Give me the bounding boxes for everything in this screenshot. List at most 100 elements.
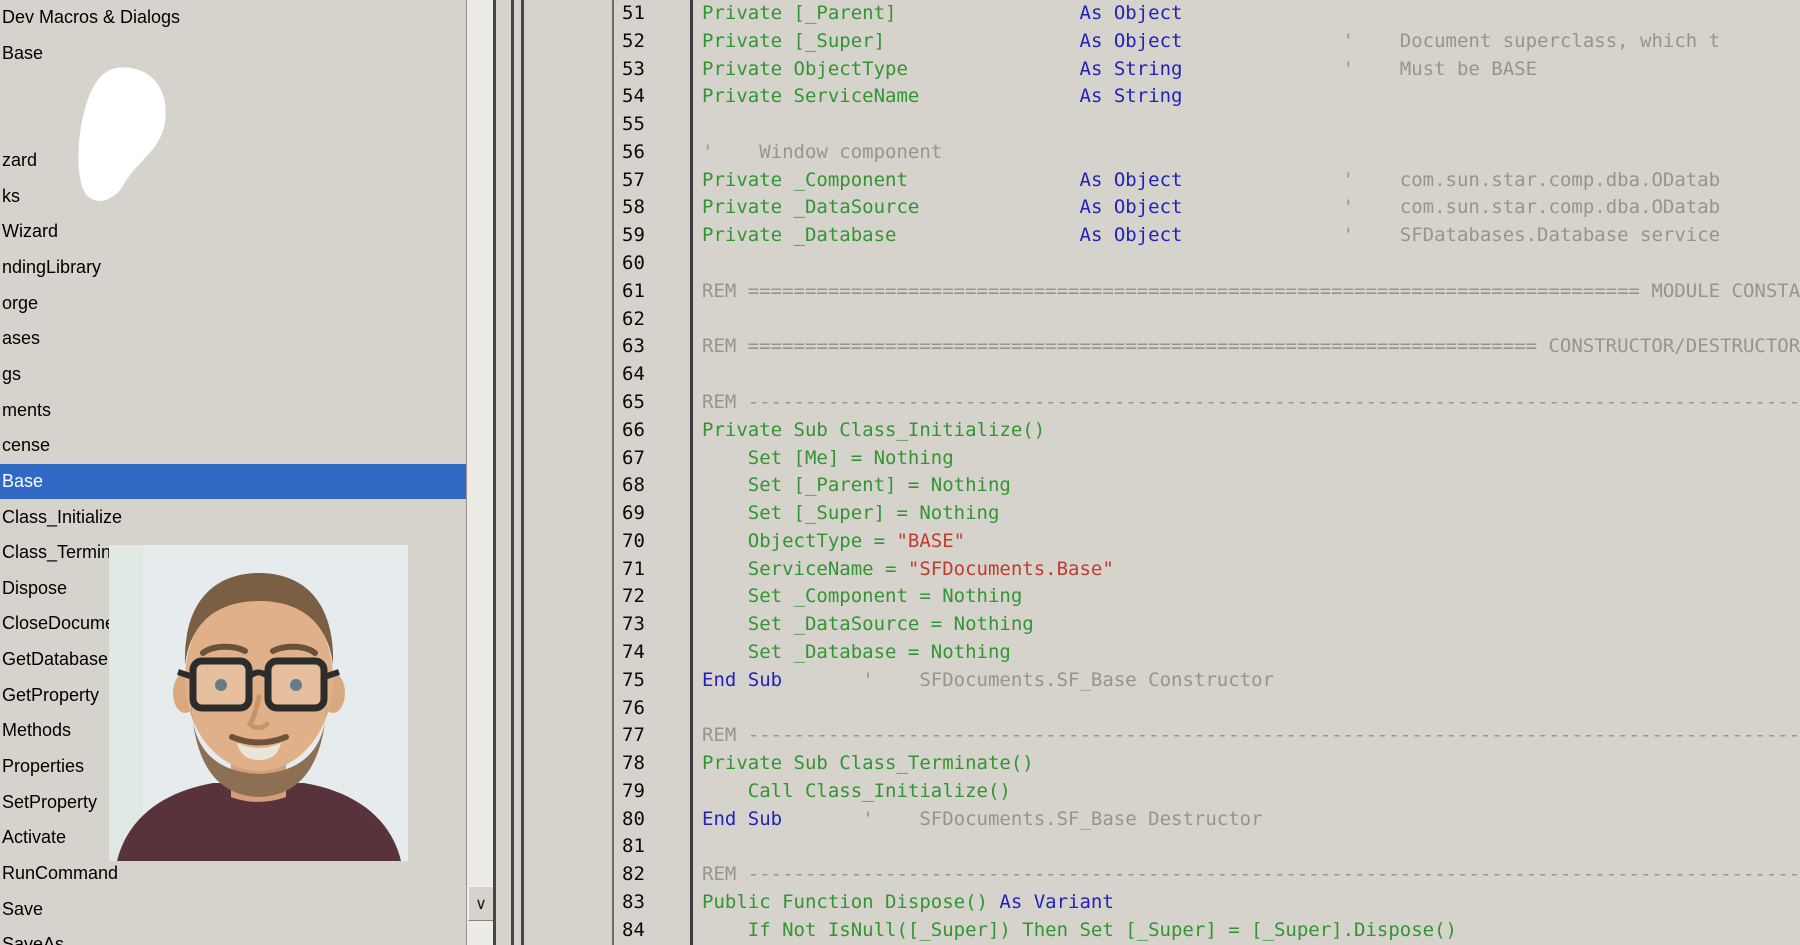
tree-item[interactable]: SaveAs: [0, 927, 466, 945]
tree-item[interactable]: Base: [0, 36, 466, 72]
code-line[interactable]: ' Window component: [702, 139, 1800, 167]
code-line[interactable]: REM ====================================…: [702, 333, 1800, 361]
code-line[interactable]: Set [_Super] = Nothing: [702, 500, 1800, 528]
line-number: 65: [622, 389, 690, 417]
tree-item[interactable]: Wizard: [0, 214, 466, 250]
line-number: 55: [622, 111, 690, 139]
line-number: 59: [622, 222, 690, 250]
tree-item[interactable]: cense: [0, 428, 466, 464]
white-blob-overlay: [75, 66, 169, 221]
code-line[interactable]: ServiceName = "SFDocuments.Base": [702, 556, 1800, 584]
code-area[interactable]: Private [_Parent] As ObjectPrivate [_Sup…: [693, 0, 1800, 945]
tree-item[interactable]: gs: [0, 357, 466, 393]
line-number: 64: [622, 361, 690, 389]
line-number: 56: [622, 139, 690, 167]
code-line[interactable]: REM ====================================…: [702, 278, 1800, 306]
line-number: 67: [622, 445, 690, 473]
line-number: 60: [622, 250, 690, 278]
code-line[interactable]: End Sub ' SFDocuments.SF_Base Destructor: [702, 806, 1800, 834]
tree-item[interactable]: Class_Initialize: [0, 499, 466, 535]
portrait-photo: [109, 545, 408, 861]
line-number: 78: [622, 750, 690, 778]
code-line[interactable]: [702, 306, 1800, 334]
code-line[interactable]: Private [_Super] As Object ' Document su…: [702, 28, 1800, 56]
line-number: 66: [622, 417, 690, 445]
line-number: 74: [622, 639, 690, 667]
code-line[interactable]: Private ServiceName As String: [702, 83, 1800, 111]
line-number: 53: [622, 56, 690, 84]
code-line[interactable]: REM ------------------------------------…: [702, 861, 1800, 889]
code-line[interactable]: Private Sub Class_Initialize(): [702, 417, 1800, 445]
code-line[interactable]: [702, 111, 1800, 139]
panel-divider: [493, 0, 496, 945]
line-number: 84: [622, 917, 690, 945]
code-line[interactable]: Private _DataSource As Object ' com.sun.…: [702, 194, 1800, 222]
code-line[interactable]: Public Function Dispose() As Variant: [702, 889, 1800, 917]
man-portrait-image: [109, 545, 408, 861]
code-line[interactable]: [702, 361, 1800, 389]
line-number: 73: [622, 611, 690, 639]
code-line[interactable]: Set _Database = Nothing: [702, 639, 1800, 667]
line-number: 62: [622, 306, 690, 334]
code-line[interactable]: Private ObjectType As String ' Must be B…: [702, 56, 1800, 84]
tree-item[interactable]: [0, 107, 466, 143]
tree-item[interactable]: Save: [0, 891, 466, 927]
line-number: 68: [622, 472, 690, 500]
code-line[interactable]: Private [_Parent] As Object: [702, 0, 1800, 28]
code-line[interactable]: Private _Component As Object ' com.sun.s…: [702, 167, 1800, 195]
line-number: 70: [622, 528, 690, 556]
code-line[interactable]: REM ------------------------------------…: [702, 722, 1800, 750]
line-number-gutter: 5152535455565758596061626364656667686970…: [614, 0, 690, 945]
line-number: 57: [622, 167, 690, 195]
tree-item[interactable]: Base: [0, 464, 466, 500]
code-line[interactable]: Private Sub Class_Terminate(): [702, 750, 1800, 778]
code-line[interactable]: Set [_Parent] = Nothing: [702, 472, 1800, 500]
code-line[interactable]: [702, 833, 1800, 861]
code-line[interactable]: If Not IsNull([_Super]) Then Set [_Super…: [702, 917, 1800, 945]
line-number: 52: [622, 28, 690, 56]
splitter-handle[interactable]: [521, 0, 524, 945]
line-number: 58: [622, 194, 690, 222]
tree-item[interactable]: Dev Macros & Dialogs: [0, 0, 466, 36]
code-line[interactable]: Private _Database As Object ' SFDatabase…: [702, 222, 1800, 250]
code-line[interactable]: End Sub ' SFDocuments.SF_Base Constructo…: [702, 667, 1800, 695]
code-line[interactable]: [702, 695, 1800, 723]
line-number: 63: [622, 333, 690, 361]
line-number: 76: [622, 695, 690, 723]
line-number: 79: [622, 778, 690, 806]
line-number: 54: [622, 83, 690, 111]
line-number: 83: [622, 889, 690, 917]
line-number: 69: [622, 500, 690, 528]
tree-item[interactable]: RunCommand: [0, 856, 466, 892]
code-line[interactable]: Set [Me] = Nothing: [702, 445, 1800, 473]
code-line[interactable]: Set _DataSource = Nothing: [702, 611, 1800, 639]
code-line[interactable]: ObjectType = "BASE": [702, 528, 1800, 556]
tree-item[interactable]: zard: [0, 143, 466, 179]
tree-item[interactable]: orge: [0, 285, 466, 321]
line-number: 61: [622, 278, 690, 306]
tree-item[interactable]: ks: [0, 178, 466, 214]
tree-item[interactable]: ases: [0, 321, 466, 357]
line-number: 82: [622, 861, 690, 889]
line-number: 77: [622, 722, 690, 750]
tree-scrollbar[interactable]: ∨: [466, 0, 494, 945]
tree-item[interactable]: ments: [0, 392, 466, 428]
white-blob-shape: [75, 66, 169, 221]
basic-ide-window: { "colors": { "background": "#d6d3cc", "…: [0, 0, 1800, 945]
code-line[interactable]: [702, 250, 1800, 278]
chevron-down-icon: ∨: [475, 894, 487, 914]
tree-item[interactable]: ndingLibrary: [0, 250, 466, 286]
line-number: 75: [622, 667, 690, 695]
scroll-down-button[interactable]: ∨: [468, 886, 494, 921]
splitter-handle[interactable]: [511, 0, 514, 945]
tree-item[interactable]: [0, 71, 466, 107]
line-number: 81: [622, 833, 690, 861]
code-line[interactable]: Call Class_Initialize(): [702, 778, 1800, 806]
line-number: 80: [622, 806, 690, 834]
line-number: 72: [622, 583, 690, 611]
line-number: 51: [622, 0, 690, 28]
code-editor: 5152535455565758596061626364656667686970…: [612, 0, 1800, 945]
line-number: 71: [622, 556, 690, 584]
code-line[interactable]: Set _Component = Nothing: [702, 583, 1800, 611]
code-line[interactable]: REM ------------------------------------…: [702, 389, 1800, 417]
